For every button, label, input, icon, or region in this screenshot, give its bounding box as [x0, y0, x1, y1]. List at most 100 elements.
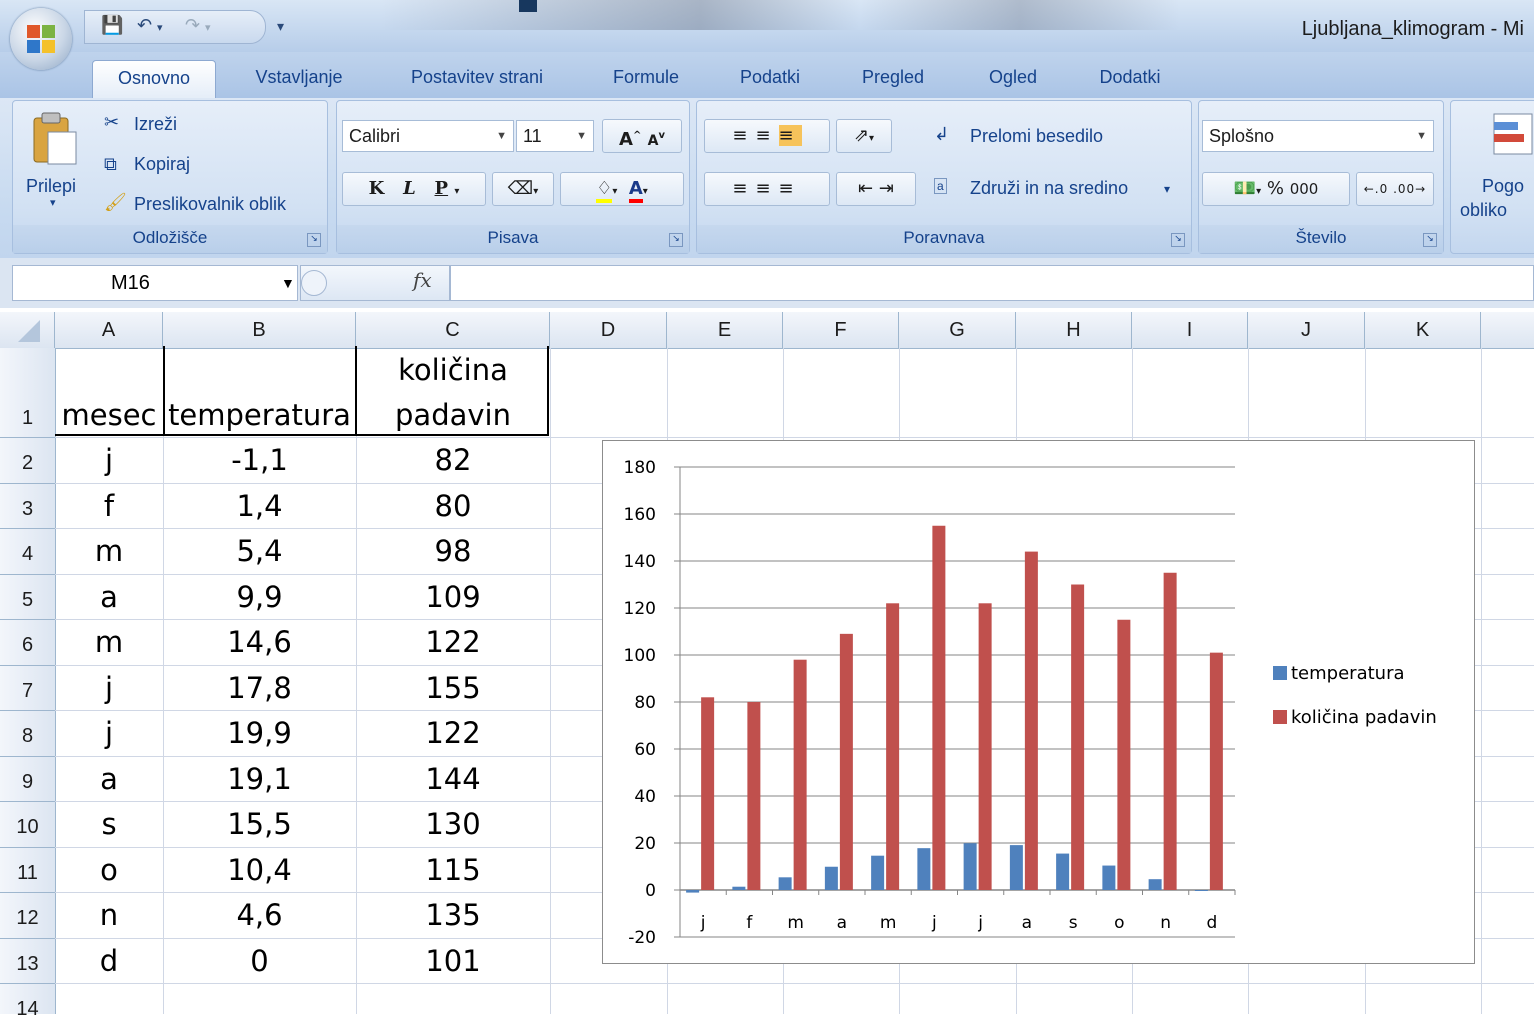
undo-icon[interactable]: ↶ — [137, 15, 152, 36]
cell-a1[interactable]: mesec — [55, 395, 163, 435]
font-grow-shrink-buttons[interactable]: A^ Av — [602, 119, 682, 153]
save-icon[interactable]: 💾 — [101, 15, 123, 36]
fill-color-icon[interactable]: ♢ — [596, 178, 613, 203]
column-header-f[interactable]: F — [783, 312, 899, 348]
row-header-10[interactable]: 10 — [0, 802, 55, 848]
row-header-8[interactable]: 8 — [0, 711, 55, 757]
row-header-13[interactable]: 13 — [0, 939, 55, 984]
cell-c10[interactable]: 130 — [356, 804, 550, 844]
tab-podatki[interactable]: Podatki — [724, 60, 816, 98]
cell-c12[interactable]: 135 — [356, 895, 550, 935]
format-painter-button[interactable]: Preslikovalnik oblik — [134, 194, 286, 215]
conditional-formatting-label-1[interactable]: Pogo — [1482, 176, 1524, 197]
merge-dropdown-icon[interactable]: ▾ — [1164, 182, 1170, 196]
row-header-2[interactable]: 2 — [0, 438, 55, 484]
cell-b2[interactable]: -1,1 — [163, 440, 356, 480]
cell-c3[interactable]: 80 — [356, 486, 550, 526]
cell-a11[interactable]: o — [55, 850, 163, 890]
thousands-button[interactable]: 000 — [1290, 180, 1319, 198]
cell-b6[interactable]: 14,6 — [163, 622, 356, 662]
office-button[interactable] — [10, 8, 72, 70]
tab-osnovno[interactable]: Osnovno — [92, 60, 216, 99]
align-top-icon[interactable]: ≡ — [732, 125, 755, 146]
merge-center-button[interactable]: Združi in na sredino — [970, 178, 1128, 199]
conditional-formatting-label-2[interactable]: obliko — [1460, 200, 1507, 221]
align-middle-icon[interactable]: ≡ — [755, 125, 778, 146]
row-header-4[interactable]: 4 — [0, 529, 55, 575]
decrease-indent-icon[interactable]: ⇤ — [858, 178, 873, 199]
underline-dropdown-icon[interactable]: ▾ — [454, 186, 459, 197]
column-header-b[interactable]: B — [163, 312, 356, 348]
underline-button[interactable]: P — [435, 178, 449, 199]
chevron-down-icon[interactable]: ▼ — [281, 266, 295, 300]
font-launcher-icon[interactable]: ↘ — [669, 233, 683, 247]
tab-formule[interactable]: Formule — [596, 60, 696, 98]
font-color-icon[interactable]: A — [628, 178, 643, 203]
undo-dropdown-icon[interactable]: ▾ — [157, 21, 163, 34]
cell-a8[interactable]: j — [55, 713, 163, 753]
formula-input[interactable] — [450, 265, 1534, 301]
increase-indent-icon[interactable]: ⇥ — [879, 178, 894, 199]
row-header-14[interactable]: 14 — [0, 984, 55, 1020]
redo-icon[interactable]: ↷ — [185, 15, 200, 36]
column-header-c[interactable]: C — [356, 312, 550, 348]
row-header-3[interactable]: 3 — [0, 484, 55, 529]
cell-b10[interactable]: 15,5 — [163, 804, 356, 844]
cell-b9[interactable]: 19,1 — [163, 759, 356, 799]
cell-c11[interactable]: 115 — [356, 850, 550, 890]
chevron-down-icon[interactable]: ▾ — [612, 186, 617, 197]
cell-c1-line1[interactable]: količina — [356, 350, 550, 390]
redo-dropdown-icon[interactable]: ▾ — [205, 21, 211, 34]
cell-c8[interactable]: 122 — [356, 713, 550, 753]
conditional-formatting-icon[interactable] — [1490, 108, 1534, 164]
cell-a3[interactable]: f — [55, 486, 163, 526]
insert-function-button[interactable]: fx — [413, 268, 432, 292]
align-left-icon[interactable]: ≡ — [732, 178, 755, 199]
alignment-launcher-icon[interactable]: ↘ — [1171, 233, 1185, 247]
indent-buttons[interactable]: ⇤ ⇥ — [836, 172, 916, 206]
font-size-combo[interactable]: 11 ▼ — [516, 120, 594, 152]
paste-button[interactable]: Prilepi — [26, 176, 76, 197]
horizontal-align-buttons[interactable]: ≡≡≡ — [704, 172, 830, 206]
column-header-i[interactable]: I — [1132, 312, 1248, 348]
row-header-1[interactable]: 1 — [0, 348, 55, 438]
cell-a10[interactable]: s — [55, 804, 163, 844]
orientation-button[interactable]: ⇗▾ — [836, 119, 892, 153]
increase-decimal-icon[interactable]: ←.0 — [1364, 182, 1389, 196]
cell-c9[interactable]: 144 — [356, 759, 550, 799]
cell-c13[interactable]: 101 — [356, 941, 550, 981]
cell-b8[interactable]: 19,9 — [163, 713, 356, 753]
borders-button[interactable]: ⌫▾ — [492, 172, 554, 206]
cell-c4[interactable]: 98 — [356, 531, 550, 571]
column-header-j[interactable]: J — [1248, 312, 1365, 348]
cell-b4[interactable]: 5,4 — [163, 531, 356, 571]
cell-b3[interactable]: 1,4 — [163, 486, 356, 526]
column-header-g[interactable]: G — [899, 312, 1016, 348]
cell-c6[interactable]: 122 — [356, 622, 550, 662]
row-header-11[interactable]: 11 — [0, 848, 55, 893]
column-header-d[interactable]: D — [550, 312, 667, 348]
cell-a12[interactable]: n — [55, 895, 163, 935]
align-right-icon[interactable]: ≡ — [779, 178, 802, 199]
cell-a5[interactable]: a — [55, 577, 163, 617]
cell-b12[interactable]: 4,6 — [163, 895, 356, 935]
paste-icon[interactable] — [26, 110, 82, 170]
cell-a7[interactable]: j — [55, 668, 163, 708]
chevron-down-icon[interactable]: ▾ — [643, 186, 648, 197]
align-bottom-icon[interactable]: ≡ — [778, 125, 802, 146]
column-header-k[interactable]: K — [1365, 312, 1481, 348]
cell-a9[interactable]: a — [55, 759, 163, 799]
cell-a6[interactable]: m — [55, 622, 163, 662]
column-header-h[interactable]: H — [1016, 312, 1132, 348]
copy-button[interactable]: Kopiraj — [134, 154, 190, 175]
tab-pregled[interactable]: Pregled — [846, 60, 940, 98]
row-header-9[interactable]: 9 — [0, 757, 55, 802]
column-header-a[interactable]: A — [55, 312, 163, 348]
cell-b11[interactable]: 10,4 — [163, 850, 356, 890]
cell-c7[interactable]: 155 — [356, 668, 550, 708]
row-header-12[interactable]: 12 — [0, 893, 55, 939]
cell-a2[interactable]: j — [55, 440, 163, 480]
clipboard-launcher-icon[interactable]: ↘ — [307, 233, 321, 247]
cell-a4[interactable]: m — [55, 531, 163, 571]
cell-a13[interactable]: d — [55, 941, 163, 981]
